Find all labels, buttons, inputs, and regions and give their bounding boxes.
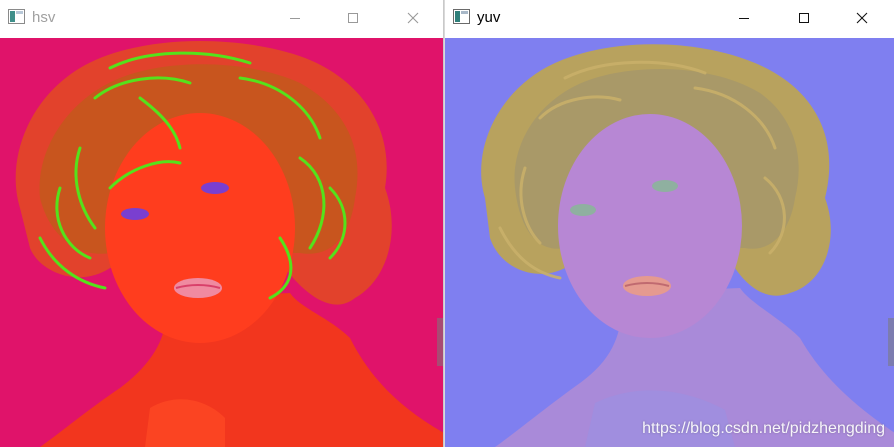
maximize-button[interactable] — [781, 0, 827, 37]
window-title: yuv — [477, 9, 501, 26]
minimize-button[interactable] — [721, 0, 767, 37]
app-window-icon — [453, 9, 470, 24]
watermark-text: https://blog.csdn.net/pidzhengding — [642, 420, 885, 437]
maximize-button[interactable] — [330, 0, 376, 37]
yuv-window[interactable]: yuv https://blog.csdn.net/pidzhengding — [444, 0, 894, 447]
close-button[interactable] — [390, 0, 436, 37]
maximize-icon — [348, 13, 358, 23]
close-button[interactable] — [839, 0, 885, 37]
scrollbar-thumb[interactable] — [888, 318, 894, 366]
scrollbar-thumb[interactable] — [437, 318, 443, 366]
minimize-icon — [739, 18, 749, 19]
minimize-icon — [290, 18, 300, 19]
hsv-window[interactable]: hsv — [0, 0, 444, 447]
close-icon — [407, 12, 419, 24]
app-window-icon — [8, 9, 25, 24]
yuv-titlebar[interactable]: yuv — [445, 0, 894, 37]
window-title: hsv — [32, 9, 56, 26]
minimize-button[interactable] — [272, 0, 318, 37]
hsv-titlebar[interactable]: hsv — [0, 0, 443, 37]
maximize-icon — [799, 13, 809, 23]
hsv-image — [0, 38, 443, 447]
yuv-image — [445, 38, 894, 447]
close-icon — [856, 12, 868, 24]
